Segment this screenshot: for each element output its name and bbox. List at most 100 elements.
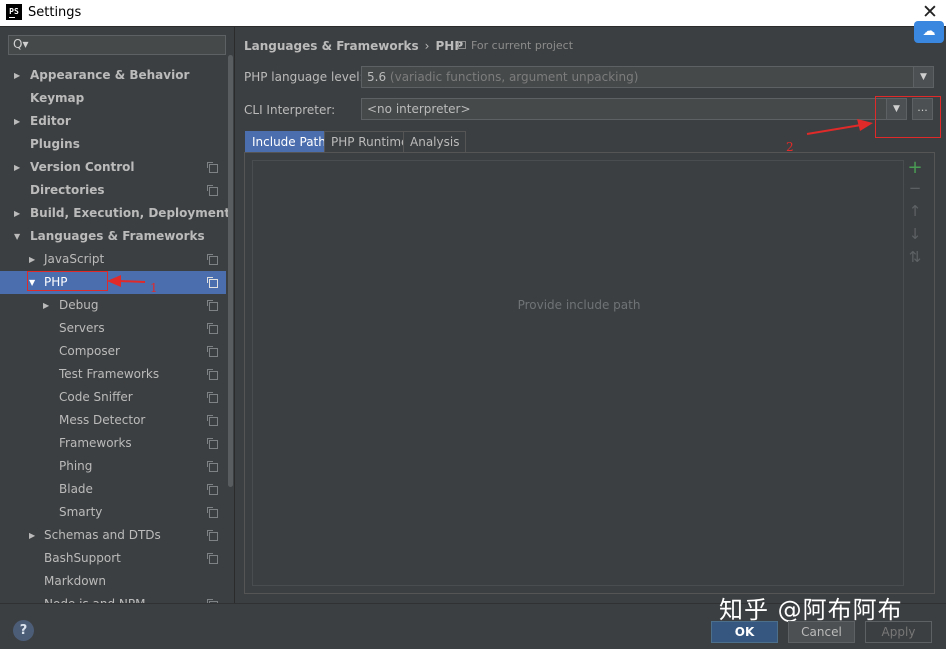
add-icon[interactable]: +: [905, 157, 925, 178]
include-path-panel: Provide include path + − ↑ ↓ ⇅: [244, 152, 935, 594]
remove-icon[interactable]: −: [905, 179, 925, 197]
help-icon[interactable]: ?: [13, 620, 34, 641]
sidebar-item-phing[interactable]: Phing: [0, 455, 226, 478]
project-scope-icon: [207, 438, 218, 449]
breadcrumb: Languages & Frameworks › PHP: [244, 39, 463, 53]
close-icon[interactable]: ✕: [920, 2, 940, 22]
sidebar-scrollbar[interactable]: [228, 55, 233, 487]
sidebar-item-plugins[interactable]: Plugins: [0, 133, 226, 156]
collapsed-arrow-icon[interactable]: ▶: [14, 110, 24, 133]
project-scope-icon: [207, 162, 218, 173]
annotation-number-2: 2: [786, 140, 794, 154]
sidebar-item-label: Keymap: [30, 91, 85, 105]
cli-interpreter-label: CLI Interpreter:: [244, 103, 336, 117]
sidebar-item-javascript[interactable]: ▶ JavaScript: [0, 248, 226, 271]
sidebar-item-label: Composer: [59, 344, 120, 358]
sidebar-item-label: Code Sniffer: [59, 390, 133, 404]
project-scope-icon: [207, 185, 218, 196]
phpstorm-app-icon: PS: [6, 4, 22, 20]
sidebar-item-label: BashSupport: [44, 551, 121, 565]
project-scope-icon: [207, 553, 218, 564]
ok-button[interactable]: OK: [711, 621, 778, 643]
sidebar-item-frameworks[interactable]: Frameworks: [0, 432, 226, 455]
tab-include-path[interactable]: Include Path: [245, 131, 333, 152]
dialog-footer: ? 知乎 @阿布阿布 OK Cancel Apply: [0, 596, 946, 649]
sidebar-item-label: Build, Execution, Deployment: [30, 206, 231, 220]
sidebar-item-debug[interactable]: ▶ Debug: [0, 294, 226, 317]
collapsed-arrow-icon[interactable]: ▶: [14, 64, 24, 87]
project-scope-icon: [207, 392, 218, 403]
sidebar-item-smarty[interactable]: Smarty: [0, 501, 226, 524]
sidebar-item-version-control[interactable]: ▶ Version Control: [0, 156, 226, 179]
include-path-empty-text: Provide include path: [517, 298, 641, 312]
project-scope-icon: [207, 530, 218, 541]
expanded-arrow-icon[interactable]: ▼: [14, 225, 24, 248]
sidebar-item-build-execution-deployment[interactable]: ▶ Build, Execution, Deployment: [0, 202, 230, 225]
collapsed-arrow-icon[interactable]: ▶: [29, 524, 39, 547]
window-titlebar: PS Settings ✕: [0, 0, 946, 27]
php-level-select[interactable]: 5.6 (variadic functions, argument unpack…: [361, 66, 934, 88]
sidebar-item-servers[interactable]: Servers: [0, 317, 226, 340]
sidebar-item-label: Mess Detector: [59, 413, 146, 427]
cli-interpreter-value: <no interpreter>: [367, 102, 471, 116]
sidebar-item-label: Languages & Frameworks: [30, 229, 205, 243]
project-scope-icon: [207, 277, 218, 288]
sidebar-item-label: Test Frameworks: [59, 367, 160, 381]
collapsed-arrow-icon[interactable]: ▶: [29, 248, 39, 271]
project-scope-icon: [207, 323, 218, 334]
project-scope-icon: [207, 507, 218, 518]
sidebar-item-label: Debug: [59, 298, 99, 312]
sidebar-item-blade[interactable]: Blade: [0, 478, 226, 501]
project-scope-icon: [458, 41, 466, 49]
chevron-down-icon[interactable]: ▼: [913, 67, 933, 87]
sidebar-item-label: Plugins: [30, 137, 80, 151]
sidebar-item-code-sniffer[interactable]: Code Sniffer: [0, 386, 226, 409]
sidebar-item-schemas-and-dtds[interactable]: ▶ Schemas and DTDs: [0, 524, 226, 547]
cloud-icon[interactable]: ☁: [914, 21, 944, 43]
sidebar-item-keymap[interactable]: Keymap: [0, 87, 226, 110]
collapsed-arrow-icon[interactable]: ▶: [43, 294, 53, 317]
breadcrumb-parent: Languages & Frameworks: [244, 39, 419, 53]
watermark: 知乎 @阿布阿布: [719, 596, 903, 624]
scope-note-text: For current project: [471, 39, 574, 52]
sidebar-item-mess-detector[interactable]: Mess Detector: [0, 409, 226, 432]
sidebar-item-node-js-and-npm[interactable]: Node.js and NPM: [0, 593, 226, 603]
sidebar-item-label: Appearance & Behavior: [30, 68, 190, 82]
annotation-arrow-1: [107, 275, 146, 287]
sort-icon[interactable]: ⇅: [905, 248, 925, 266]
settings-tree: ▶ Appearance & Behavior Keymap ▶ Editor Plugi…: [0, 64, 230, 603]
apply-button[interactable]: Apply: [865, 621, 932, 643]
sidebar-item-label: Servers: [59, 321, 105, 335]
sidebar-item-bashsupport[interactable]: BashSupport: [0, 547, 226, 570]
scope-note: For current project: [458, 39, 573, 52]
project-scope-icon: [207, 254, 218, 265]
move-up-icon[interactable]: ↑: [905, 202, 925, 220]
sidebar-item-markdown[interactable]: Markdown: [0, 570, 226, 593]
sidebar-item-label: Frameworks: [59, 436, 132, 450]
project-scope-icon: [207, 369, 218, 380]
php-level-label: PHP language level:: [244, 70, 364, 84]
sidebar-item-editor[interactable]: ▶ Editor: [0, 110, 226, 133]
collapsed-arrow-icon[interactable]: ▶: [14, 156, 24, 179]
sidebar-item-composer[interactable]: Composer: [0, 340, 226, 363]
sidebar-item-label: Blade: [59, 482, 93, 496]
sidebar-item-label: JavaScript: [44, 252, 105, 266]
window-title: Settings: [28, 5, 82, 20]
tab-php-runtime[interactable]: PHP Runtime: [324, 131, 416, 152]
move-down-icon[interactable]: ↓: [905, 225, 925, 243]
project-scope-icon: [207, 484, 218, 495]
cancel-button[interactable]: Cancel: [788, 621, 855, 643]
sidebar-item-test-frameworks[interactable]: Test Frameworks: [0, 363, 226, 386]
sidebar-item-label: Node.js and NPM: [44, 593, 146, 603]
sidebar-item-directories[interactable]: Directories: [0, 179, 226, 202]
sidebar-item-label: Directories: [30, 183, 105, 197]
project-scope-icon: [207, 300, 218, 311]
annotation-box-1: [27, 271, 108, 291]
tab-analysis[interactable]: Analysis: [403, 131, 467, 152]
sidebar-item-label: Smarty: [59, 505, 103, 519]
search-input[interactable]: Q▾: [8, 35, 226, 55]
sidebar-item-languages-frameworks[interactable]: ▼ Languages & Frameworks: [0, 225, 226, 248]
include-path-list[interactable]: Provide include path: [252, 160, 904, 586]
sidebar-item-appearance-behavior[interactable]: ▶ Appearance & Behavior: [0, 64, 226, 87]
collapsed-arrow-icon[interactable]: ▶: [14, 202, 24, 225]
